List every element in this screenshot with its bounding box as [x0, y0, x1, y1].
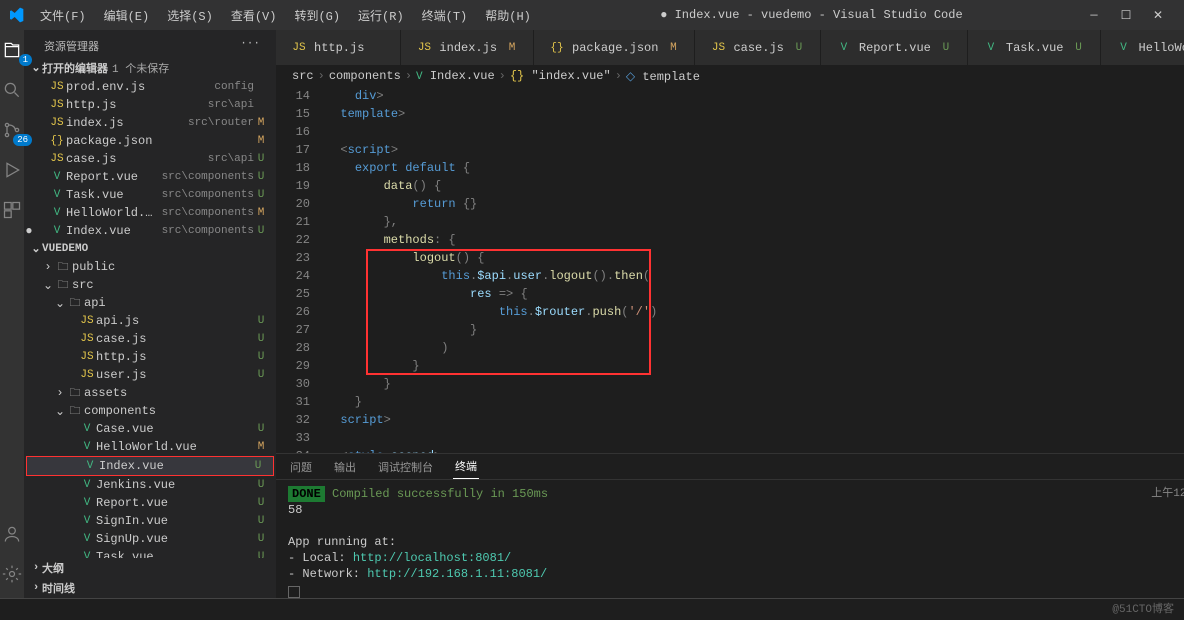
open-editor-item[interactable]: VReport.vuesrc\componentsU — [24, 168, 276, 186]
breadcrumb[interactable]: src›components›V Index.vue›{} "index.vue… — [276, 65, 1184, 87]
editor-area: JShttp.jsJSindex.jsM{}package.jsonMJScas… — [276, 30, 1184, 598]
code-content[interactable]: div> template> <script> export default {… — [326, 87, 1184, 453]
file-item[interactable]: VReport.vueU — [24, 494, 276, 512]
open-editor-item[interactable]: {}package.jsonM — [24, 132, 276, 150]
menu-item[interactable]: 终端(T) — [414, 3, 476, 28]
file-item[interactable]: VSignIn.vueU — [24, 512, 276, 530]
sidebar: 资源管理器 ··· ⌄ 打开的编辑器 1 个未保存 JSprod.env.jsc… — [24, 30, 276, 598]
open-editor-item[interactable]: VHelloWorld.vuesrc\componentsM — [24, 204, 276, 222]
terminal-output[interactable]: DONE Compiled successfully in 150ms 上午12… — [276, 480, 1184, 604]
terminal-panel: 问题输出调试控制台终端+⌄^✕ DONE Compiled successful… — [276, 453, 1184, 598]
maximize-button[interactable]: ☐ — [1116, 8, 1136, 23]
terminal-tab[interactable]: 问题 — [288, 455, 314, 479]
editor-tabs: JShttp.jsJSindex.jsM{}package.jsonMJScas… — [276, 30, 1184, 65]
terminal-tab[interactable]: 终端 — [453, 454, 479, 479]
scm-icon[interactable]: 26 — [0, 118, 24, 142]
menu-item[interactable]: 运行(R) — [350, 3, 412, 28]
open-editor-item[interactable]: JSprod.env.jsconfig — [24, 78, 276, 96]
line-gutter: 1415161718192021222324252627282930313233… — [276, 87, 326, 453]
file-item[interactable]: VHelloWorld.vueM — [24, 438, 276, 456]
folder-item[interactable]: ⌄🗀src — [24, 276, 276, 294]
editor-tab[interactable]: JScase.jsU — [695, 30, 820, 65]
debug-icon[interactable] — [0, 158, 24, 182]
outline-header[interactable]: ›大纲 — [24, 558, 276, 578]
folder-item[interactable]: ›🗀public — [24, 258, 276, 276]
menu-item[interactable]: 文件(F) — [32, 3, 94, 28]
search-icon[interactable] — [0, 78, 24, 102]
file-item[interactable]: JShttp.jsU — [24, 348, 276, 366]
sidebar-more-icon[interactable]: ··· — [240, 38, 260, 54]
breadcrumb-item[interactable]: V Index.vue — [416, 69, 495, 83]
vscode-logo — [8, 7, 24, 23]
watermark: @51CTO博客 — [1112, 600, 1174, 616]
folder-item[interactable]: ⌄🗀api — [24, 294, 276, 312]
menu-item[interactable]: 选择(S) — [159, 3, 221, 28]
file-item[interactable]: VTask.vueU — [24, 548, 276, 558]
terminal-tabs: 问题输出调试控制台终端+⌄^✕ — [276, 454, 1184, 480]
folder-item[interactable]: ›🗀assets — [24, 384, 276, 402]
breadcrumb-item[interactable]: components — [329, 69, 401, 83]
minimize-button[interactable]: — — [1084, 8, 1104, 23]
open-editor-item[interactable]: JSindex.jssrc\routerM — [24, 114, 276, 132]
file-item[interactable]: VIndex.vueU — [27, 457, 273, 475]
file-item[interactable]: JSuser.jsU — [24, 366, 276, 384]
menu-item[interactable]: 编辑(E) — [96, 3, 158, 28]
files-badge: 1 — [19, 54, 32, 66]
file-item[interactable]: JScase.jsU — [24, 330, 276, 348]
scm-badge: 26 — [13, 134, 32, 146]
open-editor-item[interactable]: ●VIndex.vuesrc\componentsU — [24, 222, 276, 240]
explorer-icon[interactable]: 1 — [0, 38, 24, 62]
account-icon[interactable] — [0, 522, 24, 546]
extensions-icon[interactable] — [0, 198, 24, 222]
file-item[interactable]: VCase.vueU — [24, 420, 276, 438]
editor-tab[interactable]: JShttp.js — [276, 30, 401, 65]
editor-tab[interactable]: VHelloWorld.vueM — [1101, 30, 1184, 65]
project-header[interactable]: ⌄ VUEDEMO — [24, 240, 276, 258]
gear-icon[interactable] — [0, 562, 24, 586]
breadcrumb-item[interactable]: src — [292, 69, 314, 83]
terminal-tab[interactable]: 输出 — [332, 455, 358, 479]
editor-tab[interactable]: VTask.vueU — [968, 30, 1101, 65]
editor-tab[interactable]: VReport.vueU — [821, 30, 968, 65]
breadcrumb-item[interactable]: {} "index.vue" — [510, 69, 611, 83]
editor-tab[interactable]: {}package.jsonM — [534, 30, 695, 65]
menu-bar: 文件(F)编辑(E)选择(S)查看(V)转到(G)运行(R)终端(T)帮助(H) — [32, 3, 539, 28]
menu-item[interactable]: 查看(V) — [223, 3, 285, 28]
close-button[interactable]: ✕ — [1148, 8, 1168, 23]
activity-bar: 1 26 — [0, 30, 24, 598]
file-item[interactable]: JSapi.jsU — [24, 312, 276, 330]
terminal-time: 上午12:36: — [1151, 486, 1184, 502]
open-editor-item[interactable]: JScase.jssrc\apiU — [24, 150, 276, 168]
menu-item[interactable]: 帮助(H) — [477, 3, 539, 28]
titlebar: 文件(F)编辑(E)选择(S)查看(V)转到(G)运行(R)终端(T)帮助(H)… — [0, 0, 1184, 30]
editor-tab[interactable]: JSindex.jsM — [401, 30, 534, 65]
sidebar-title: 资源管理器 — [44, 38, 99, 54]
timeline-header[interactable]: ›时间线 — [24, 578, 276, 598]
breadcrumb-item[interactable]: ◇ template — [626, 69, 700, 84]
file-item[interactable]: VSignUp.vueU — [24, 530, 276, 548]
terminal-tab[interactable]: 调试控制台 — [376, 455, 435, 479]
window-controls: — ☐ ✕ — [1084, 8, 1176, 23]
code-editor[interactable]: 1415161718192021222324252627282930313233… — [276, 87, 1184, 453]
open-editor-item[interactable]: JShttp.jssrc\api — [24, 96, 276, 114]
folder-item[interactable]: ⌄🗀components — [24, 402, 276, 420]
open-editor-item[interactable]: VTask.vuesrc\componentsU — [24, 186, 276, 204]
menu-item[interactable]: 转到(G) — [286, 3, 348, 28]
file-item[interactable]: VJenkins.vueU — [24, 476, 276, 494]
done-badge: DONE — [288, 486, 325, 502]
window-title: ● Index.vue - vuedemo - Visual Studio Co… — [539, 8, 1084, 22]
open-editors-header[interactable]: ⌄ 打开的编辑器 1 个未保存 — [24, 58, 276, 78]
